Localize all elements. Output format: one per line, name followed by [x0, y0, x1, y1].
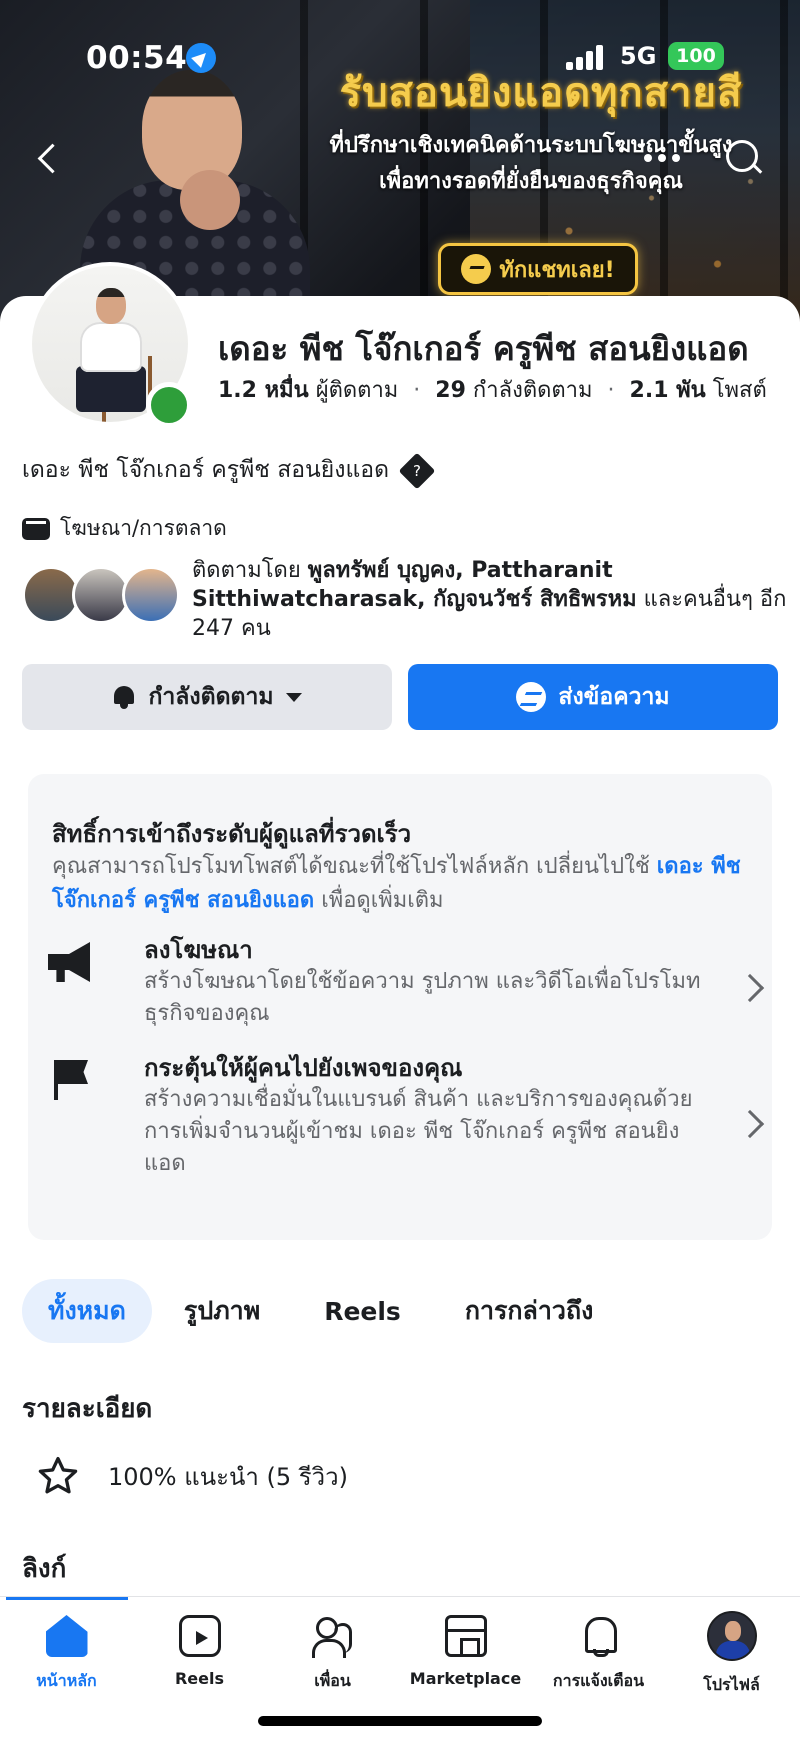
followed-by-text: ติดตามโดย พูลทรัพย์ บุญคง, Pattharanit S…: [192, 558, 787, 641]
nav-label: โปรไฟล์: [703, 1675, 760, 1694]
messenger-icon: [461, 254, 492, 284]
tab-mentions[interactable]: การกล่าวถึง: [433, 1279, 625, 1343]
profile-stats: 1.2 หมื่น ผู้ติดตาม · 29 กำลังติดตาม · 2…: [218, 372, 767, 407]
admin-item-subtitle: สร้างโฆษณาโดยใช้ข้อความ รูปภาพ และวิดีโอ…: [144, 969, 701, 1026]
location-arrow-icon: [186, 43, 216, 73]
nav-home[interactable]: หน้าหลัก: [0, 1615, 133, 1694]
admin-card-description: คุณสามารถโปรโมทโพสต์ได้ขณะที่ใช้โปรไฟล์ห…: [52, 854, 741, 913]
active-tab-indicator: [6, 1597, 128, 1600]
more-options-button[interactable]: [644, 148, 694, 168]
following-button[interactable]: กำลังติดตาม: [22, 664, 392, 730]
following-label[interactable]: กำลังติดตาม: [473, 378, 593, 403]
search-icon[interactable]: [722, 136, 766, 180]
online-status-dot: [146, 382, 192, 428]
profile-bio: เดอะ พีช โจ๊กเกอร์ ครูพีช สอนยิงแอด ?: [22, 452, 436, 489]
send-message-label: ส่งข้อความ: [558, 684, 670, 710]
nav-label: เพื่อน: [314, 1671, 351, 1690]
category-label: โฆษณา/การตลาด: [60, 516, 227, 540]
page-title: เดอะ พีช โจ๊กเกอร์ ครูพีช สอนยิงแอด: [218, 329, 749, 368]
nav-marketplace[interactable]: Marketplace: [399, 1615, 532, 1688]
profile-avatar: [706, 1611, 757, 1661]
followers-label[interactable]: ผู้ติดตาม: [316, 378, 399, 403]
nav-label: การแจ้งเตือน: [552, 1671, 645, 1690]
chevron-right-icon: [735, 1109, 765, 1139]
friends-icon: [311, 1615, 354, 1658]
cover-subline: ที่ปรึกษาเชิงเทคนิคด้านระบบโฆษณาขั้นสูง …: [296, 128, 766, 200]
cover-subline-2: เพื่อทางรอดที่ยั่งยืนของธุรกิจคุณ: [379, 169, 683, 194]
nav-friends[interactable]: เพื่อน: [266, 1615, 399, 1694]
nav-notifications[interactable]: การแจ้งเตือน: [532, 1615, 665, 1694]
nav-label: หน้าหลัก: [36, 1671, 97, 1690]
avatar: [122, 566, 180, 624]
status-time: 00:54: [86, 40, 188, 76]
back-button[interactable]: [28, 138, 68, 182]
nav-profile[interactable]: โปรไฟล์: [665, 1611, 798, 1698]
admin-item-run-ads[interactable]: ลงโฆษณา สร้างโฆษณาโดยใช้ข้อความ รูปภาพ แ…: [48, 930, 765, 1030]
details-heading: รายละเอียด: [22, 1394, 153, 1424]
stats-separator: ·: [413, 378, 421, 403]
followers-count[interactable]: 1.2 หมื่น: [218, 378, 309, 403]
messenger-icon: [516, 682, 547, 712]
following-button-label: กำลังติดตาม: [148, 684, 274, 710]
admin-item-title: กระตุ้นให้ผู้คนไปยังเพจของคุณ: [144, 1054, 463, 1082]
admin-item-drive-traffic[interactable]: กระตุ้นให้ผู้คนไปยังเพจของคุณ สร้างความเ…: [48, 1048, 765, 1188]
admin-item-subtitle: สร้างความเชื่อมั่นในแบรนด์ สินค้า และบริ…: [144, 1087, 693, 1176]
battery-icon: 100: [668, 42, 724, 70]
tab-all[interactable]: ทั้งหมด: [22, 1279, 152, 1343]
review-summary[interactable]: 100% แนะนำ (5 รีวิว): [36, 1454, 348, 1498]
nav-reels[interactable]: Reels: [133, 1615, 266, 1688]
nav-label: Marketplace: [409, 1669, 522, 1688]
posts-label: โพสต์: [712, 378, 767, 403]
admin-card-title: สิทธิ์การเข้าถึงระดับผู้ดูแลที่รวดเร็ว: [52, 820, 412, 848]
caret-down-icon: [285, 692, 302, 702]
bell-icon: [578, 1615, 620, 1657]
admin-access-card: สิทธิ์การเข้าถึงระดับผู้ดูแลที่รวดเร็ว ค…: [28, 774, 772, 1240]
review-text: 100% แนะนำ (5 รีวิว): [108, 1462, 348, 1491]
megaphone-icon: [48, 942, 90, 982]
profile-tabs: ทั้งหมด รูปภาพ Reels การกล่าวถึง: [22, 1278, 625, 1344]
category-icon: [22, 517, 50, 540]
mutual-followers[interactable]: ติดตามโดย พูลทรัพย์ บุญคง, Pattharanit S…: [22, 556, 786, 646]
send-message-button[interactable]: ส่งข้อความ: [408, 664, 778, 730]
cover-subline-1: ที่ปรึกษาเชิงเทคนิคด้านระบบโฆษณาขั้นสูง: [329, 133, 733, 158]
star-icon: [38, 1456, 78, 1494]
stats-separator: ·: [607, 378, 615, 403]
cover-chat-label: ทักแชทเลย!: [499, 257, 615, 283]
chevron-right-icon: [735, 973, 765, 1003]
cover-chat-badge: ทักแชทเลย!: [438, 243, 638, 295]
marketplace-icon: [444, 1615, 487, 1657]
following-count[interactable]: 29: [435, 378, 466, 403]
network-type: 5G: [620, 42, 657, 70]
page-category[interactable]: โฆษณา/การตลาด: [22, 512, 227, 545]
links-heading: ลิงก์: [22, 1554, 67, 1584]
reels-icon: [178, 1615, 221, 1657]
tab-photos[interactable]: รูปภาพ: [152, 1279, 292, 1343]
admin-item-title: ลงโฆษณา: [144, 936, 253, 964]
tab-reels[interactable]: Reels: [292, 1279, 433, 1343]
bio-text: เดอะ พีช โจ๊กเกอร์ ครูพีช สอนยิงแอด: [22, 457, 390, 483]
profile-action-buttons: กำลังติดตาม ส่งข้อความ: [22, 664, 778, 730]
posts-count: 2.1 พัน: [629, 378, 706, 403]
flag-icon: [48, 1060, 90, 1100]
mutual-follower-avatars: [22, 566, 192, 626]
status-bar: 00:54 5G 100: [0, 0, 800, 110]
bell-icon: [112, 684, 136, 710]
nav-label: Reels: [174, 1669, 225, 1688]
home-indicator: [258, 1716, 542, 1726]
signal-icon: [566, 44, 608, 70]
unknown-glyph-icon: ?: [398, 452, 436, 489]
home-icon: [45, 1615, 88, 1657]
